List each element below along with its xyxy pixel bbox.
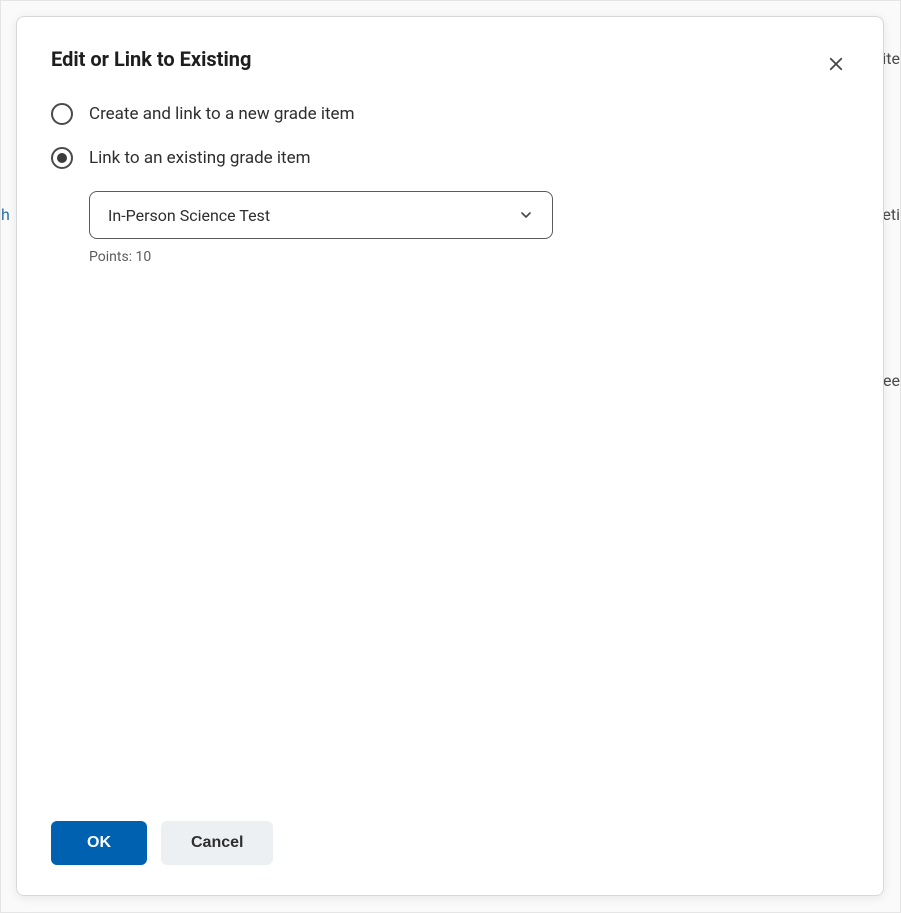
bg-text-fragment: ite: [882, 49, 900, 68]
radio-create[interactable]: [51, 103, 73, 125]
dialog-body[interactable]: Create and link to a new grade item Link…: [17, 91, 883, 794]
edit-link-dialog: Edit or Link to Existing Create and link…: [16, 16, 884, 896]
radio-create-label[interactable]: Create and link to a new grade item: [89, 104, 354, 124]
dialog-header: Edit or Link to Existing: [17, 17, 883, 91]
close-button[interactable]: [823, 51, 849, 77]
dialog-footer: OK Cancel: [17, 794, 883, 895]
dialog-title: Edit or Link to Existing: [51, 47, 251, 71]
radio-option-link[interactable]: Link to an existing grade item: [51, 147, 849, 169]
bg-text-fragment: eti: [882, 205, 900, 224]
cancel-button[interactable]: Cancel: [161, 821, 273, 865]
radio-link-label[interactable]: Link to an existing grade item: [89, 148, 311, 168]
chevron-down-icon: [518, 207, 534, 223]
ok-button[interactable]: OK: [51, 821, 147, 865]
points-label: Points: 10: [89, 249, 849, 265]
radio-option-create[interactable]: Create and link to a new grade item: [51, 103, 849, 125]
bg-text-fragment: h: [1, 205, 10, 224]
grade-item-select-wrap: In-Person Science Test Points: 10: [89, 191, 849, 265]
radio-link[interactable]: [51, 147, 73, 169]
radio-inner-dot: [57, 153, 67, 163]
grade-item-select[interactable]: In-Person Science Test: [89, 191, 553, 239]
grade-item-select-value: In-Person Science Test: [108, 206, 270, 225]
close-icon: [827, 55, 845, 73]
body-spacer: [51, 265, 849, 725]
